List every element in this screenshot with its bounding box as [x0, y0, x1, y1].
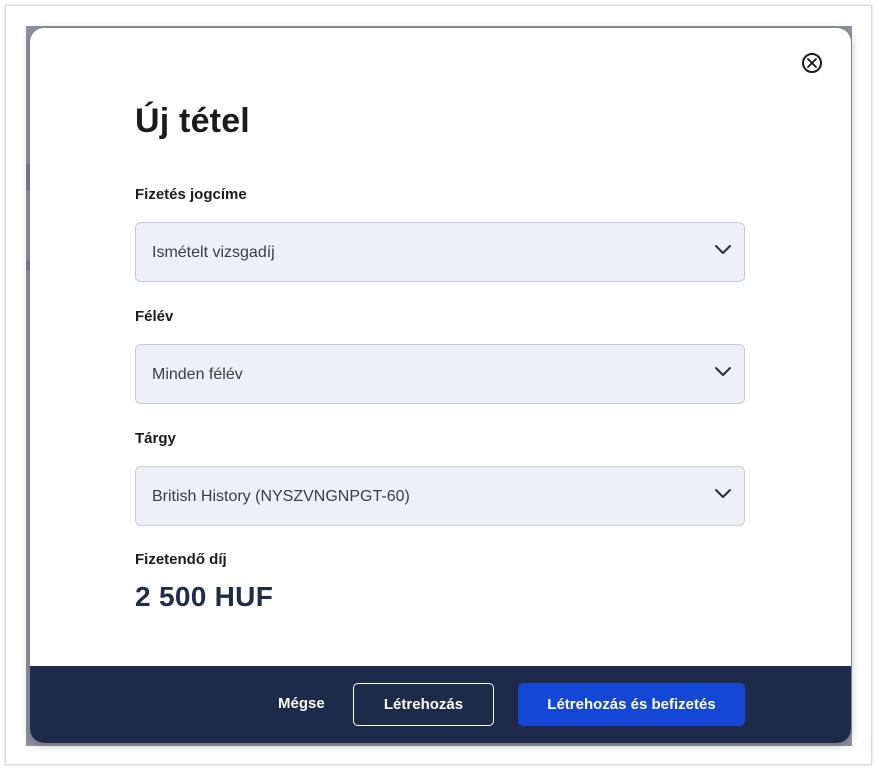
subject-value: British History (NYSZVNGNPGT-60)	[152, 488, 410, 505]
dialog-title: Új tétel	[135, 102, 250, 140]
semester-select[interactable]: Minden félév	[135, 344, 745, 404]
close-icon	[807, 58, 817, 68]
create-button[interactable]: Létrehozás	[353, 683, 494, 726]
close-button[interactable]	[802, 53, 822, 73]
fee-amount: 2 500 HUF	[135, 581, 274, 612]
semester-value: Minden félév	[152, 366, 243, 383]
payment-title-value: Ismételt vizsgadíj	[152, 244, 275, 261]
chevron-down-icon	[715, 245, 731, 254]
chevron-down-icon	[715, 489, 731, 498]
create-and-pay-button[interactable]: Létrehozás és befizetés	[518, 683, 745, 726]
chevron-down-icon	[715, 367, 731, 376]
subject-select[interactable]: British History (NYSZVNGNPGT-60)	[135, 466, 745, 526]
payment-title-label: Fizetés jogcíme	[135, 186, 247, 203]
semester-label: Félév	[135, 308, 174, 325]
subject-label: Tárgy	[135, 430, 176, 447]
cancel-button[interactable]: Mégse	[278, 695, 325, 712]
dialog-footer: Mégse Létrehozás Létrehozás és befizetés	[30, 666, 851, 743]
new-item-dialog: Új tétel Fizetés jogcíme Ismételt vizsga…	[30, 28, 851, 743]
fee-label: Fizetendő díj	[135, 551, 227, 568]
payment-title-select[interactable]: Ismételt vizsgadíj	[135, 222, 745, 282]
